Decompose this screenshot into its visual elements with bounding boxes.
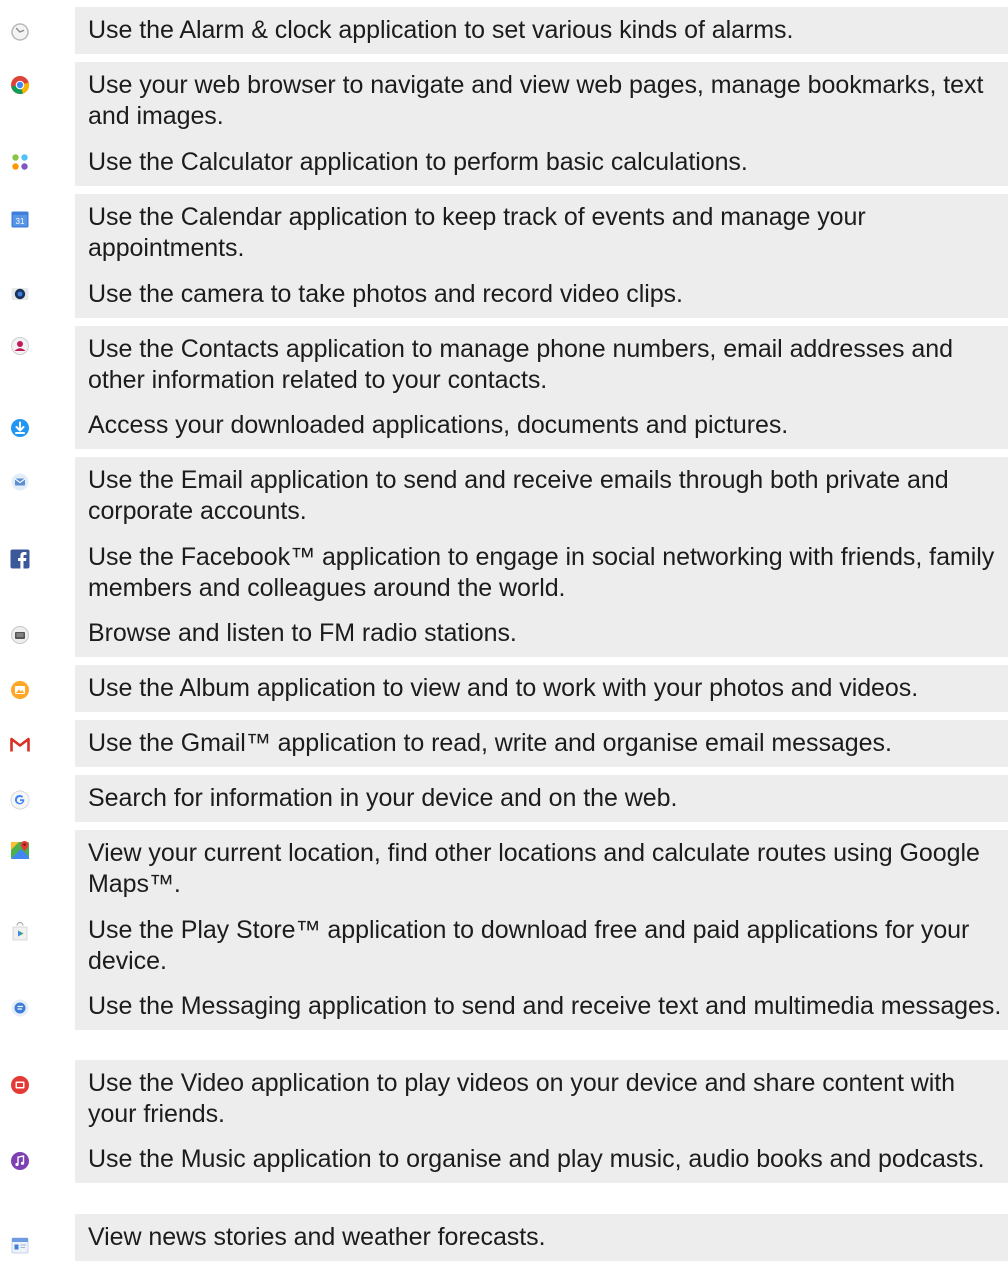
alarm-clock-icon [10, 22, 30, 42]
video-icon [10, 1075, 30, 1095]
item-description: Use the Email application to send and re… [75, 457, 1008, 535]
app-list: Use the Alarm & clock application to set… [0, 0, 1008, 1270]
item-description: Browse and listen to FM radio stations. [75, 610, 1008, 657]
item-description: Use the Music application to organise an… [75, 1136, 1008, 1183]
facebook-icon [10, 549, 30, 569]
item-description: Use the Facebook™ application to engage … [75, 534, 1008, 612]
messaging-icon [10, 998, 30, 1018]
camera-icon [10, 284, 30, 304]
chrome-browser-icon [10, 75, 30, 95]
item-description: View news stories and weather forecasts. [75, 1214, 1008, 1261]
email-icon [10, 472, 30, 492]
item-description: View your current location, find other l… [75, 830, 1008, 908]
item-description: Access your downloaded applications, doc… [75, 402, 1008, 449]
item-description: Use your web browser to navigate and vie… [75, 62, 1008, 140]
news-weather-icon [10, 1235, 30, 1255]
calculator-icon [10, 152, 30, 172]
item-description: Use the Gmail™ application to read, writ… [75, 720, 1008, 767]
item-description: Use the Messaging application to send an… [75, 983, 1008, 1030]
gmail-icon [10, 735, 30, 755]
item-description: Use the camera to take photos and record… [75, 271, 1008, 318]
item-description: Use the Calculator application to perfor… [75, 139, 1008, 186]
calendar-icon: 31 [10, 209, 30, 229]
svg-text:31: 31 [16, 217, 25, 226]
item-description: Use the Calendar application to keep tra… [75, 194, 1008, 272]
fm-radio-icon [10, 625, 30, 645]
google-maps-icon [10, 840, 30, 860]
music-icon [10, 1151, 30, 1171]
item-description: Use the Video application to play videos… [75, 1060, 1008, 1138]
item-description: Search for information in your device an… [75, 775, 1008, 822]
contacts-icon [10, 336, 30, 356]
item-description: Use the Album application to view and to… [75, 665, 1008, 712]
google-search-icon [10, 790, 30, 810]
item-description: Use the Play Store™ application to downl… [75, 907, 1008, 985]
album-icon [10, 680, 30, 700]
play-store-icon [10, 922, 30, 942]
item-description: Use the Contacts application to manage p… [75, 326, 1008, 404]
item-description: Use the Alarm & clock application to set… [75, 7, 1008, 54]
downloads-icon [10, 418, 30, 438]
